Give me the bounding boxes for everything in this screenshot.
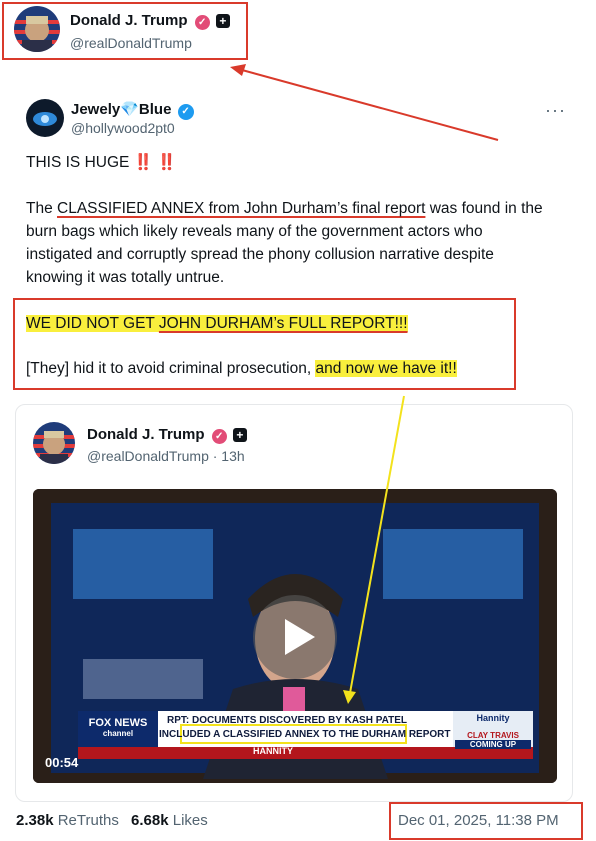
post-stats: 2.38k ReTruths 6.68k Likes: [16, 812, 208, 829]
post-timestamp[interactable]: Dec 01, 2025, 11:38 PM: [398, 812, 559, 829]
likes-count[interactable]: 6.68k: [131, 812, 169, 829]
yellow-annotation-arrow: [343, 395, 405, 704]
likes-label[interactable]: Likes: [173, 812, 208, 829]
retruths-label[interactable]: ReTruths: [58, 812, 119, 829]
retruths-count[interactable]: 2.38k: [16, 812, 54, 829]
